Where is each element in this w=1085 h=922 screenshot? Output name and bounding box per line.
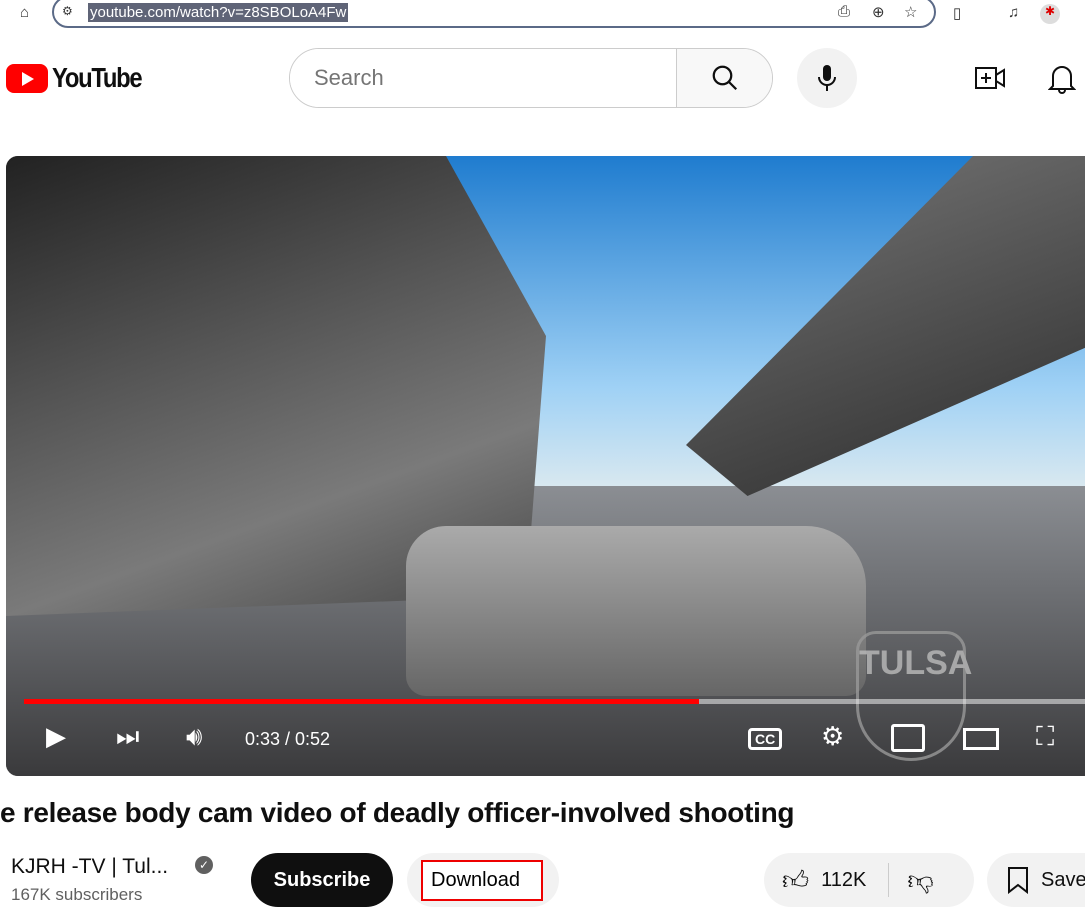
profile-avatar[interactable]: ✱ — [1040, 4, 1060, 24]
bookmark-icon — [1008, 867, 1028, 894]
save-button[interactable]: Save — [987, 853, 1085, 907]
voice-search-button[interactable] — [797, 48, 857, 108]
progress-bar[interactable] — [24, 699, 1085, 704]
video-player[interactable]: TULSA ▶ ⏭ 🔊︎ 0:33 / 0:52 CC ⚙ ⛶ — [6, 156, 1085, 776]
home-icon[interactable]: ⌂ — [20, 4, 29, 21]
logo-text: YouTube — [52, 62, 143, 93]
settings-gear-icon[interactable]: ⚙ — [821, 721, 844, 752]
subscriber-count: 167K subscribers — [11, 885, 143, 904]
video-frame-car — [406, 526, 866, 696]
microphone-icon — [818, 65, 836, 91]
youtube-play-icon — [6, 63, 48, 93]
thumbs-up-icon[interactable]: 👍︎ — [782, 865, 809, 896]
search-input[interactable] — [290, 49, 676, 107]
captions-icon[interactable]: CC — [748, 728, 783, 750]
like-dislike-group: 👍︎ 112K 👎︎ — [764, 853, 974, 907]
subscribe-button[interactable]: Subscribe — [251, 853, 393, 907]
progress-fill — [24, 699, 700, 704]
search-button[interactable] — [676, 49, 772, 107]
miniplayer-icon[interactable] — [891, 724, 925, 752]
theater-mode-icon[interactable] — [963, 728, 999, 750]
divider — [888, 863, 890, 897]
browser-toolbar: ⌂ ⚙ youtube.com/watch?v=z8SBOLoA4Fw ⎙ ⊕ … — [0, 0, 1085, 30]
zoom-icon[interactable]: ⊕ — [872, 3, 885, 21]
download-button[interactable]: Download — [421, 860, 543, 901]
search-icon — [712, 65, 737, 91]
channel-name[interactable]: KJRH -TV | Tul... — [11, 855, 168, 879]
create-video-icon[interactable] — [974, 64, 1006, 97]
address-bar[interactable]: ⚙ youtube.com/watch?v=z8SBOLoA4Fw ⎙ ⊕ ☆ — [52, 0, 936, 28]
notifications-bell-icon[interactable] — [1047, 62, 1077, 99]
next-icon[interactable]: ⏭ — [116, 721, 139, 753]
time-display: 0:33 / 0:52 — [245, 729, 331, 749]
site-settings-icon[interactable]: ⚙ — [62, 4, 73, 18]
url-text[interactable]: youtube.com/watch?v=z8SBOLoA4Fw — [88, 3, 349, 22]
fullscreen-icon[interactable]: ⛶ — [1036, 721, 1054, 753]
volume-icon[interactable]: 🔊︎ — [186, 721, 202, 753]
verified-check-icon: ✓ — [195, 856, 213, 874]
bookmark-star-icon[interactable]: ☆ — [904, 3, 917, 21]
youtube-logo[interactable]: YouTube — [6, 62, 157, 94]
play-icon[interactable]: ▶ — [46, 721, 66, 752]
media-controls-icon[interactable]: ♫ — [1008, 4, 1019, 21]
video-title: e release body cam video of deadly offic… — [0, 797, 795, 828]
install-app-icon[interactable]: ⎙ — [838, 3, 850, 20]
search-box — [289, 48, 773, 108]
save-label: Save — [1041, 868, 1085, 891]
thumbs-down-icon[interactable]: 👎︎ — [907, 865, 933, 896]
extensions-icon[interactable]: ▯ — [953, 4, 961, 22]
like-count[interactable]: 112K — [821, 869, 866, 892]
